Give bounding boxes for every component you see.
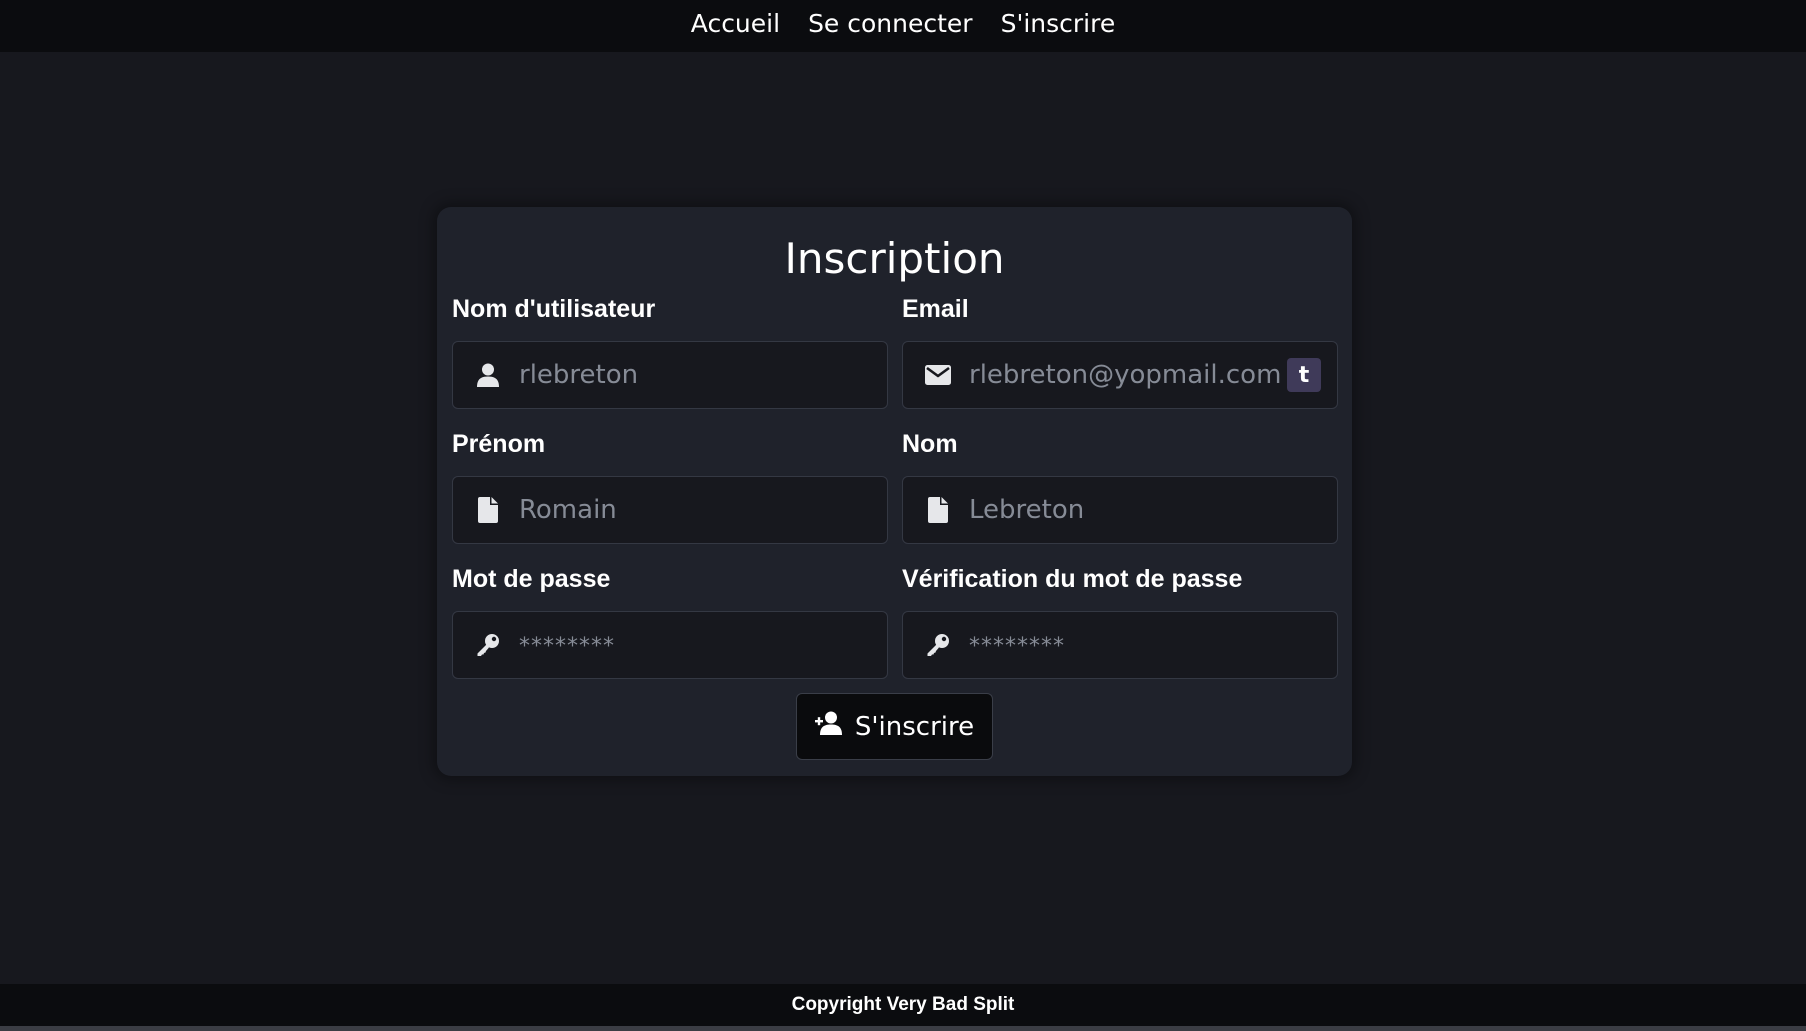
file-icon <box>903 477 969 543</box>
key-icon <box>903 612 969 678</box>
registration-card: Inscription Nom d'utilisateur Email t Pr… <box>437 207 1352 776</box>
page-title: Inscription <box>784 234 1005 283</box>
key-icon <box>453 612 519 678</box>
firstname-field <box>452 476 888 544</box>
copyright-text: Copyright Very Bad Split <box>791 994 1015 1015</box>
envelope-icon <box>903 342 969 408</box>
signup-submit-label: S'inscrire <box>854 711 975 742</box>
nav-link-se-connecter[interactable]: Se connecter <box>808 0 973 52</box>
signup-submit-button[interactable]: S'inscrire <box>796 693 993 760</box>
user-plus-icon <box>814 711 843 742</box>
footer-divider <box>0 1026 1806 1031</box>
email-field: t <box>902 341 1338 409</box>
email-input[interactable] <box>969 345 1287 405</box>
username-field <box>452 341 888 409</box>
username-label: Nom d'utilisateur <box>452 295 656 323</box>
nav-link-accueil[interactable]: Accueil <box>691 0 780 52</box>
email-label: Email <box>902 295 969 323</box>
footer: Copyright Very Bad Split <box>0 984 1806 1026</box>
lastname-field <box>902 476 1338 544</box>
top-navigation: Accueil Se connecter S'inscrire <box>0 0 1806 52</box>
password-confirm-field <box>902 611 1338 679</box>
user-icon <box>453 342 519 408</box>
password-field <box>452 611 888 679</box>
firstname-label: Prénom <box>452 430 546 458</box>
lastname-label: Nom <box>902 430 958 458</box>
nav-link-sinscrire[interactable]: S'inscrire <box>1001 0 1116 52</box>
username-input[interactable] <box>519 345 887 405</box>
lastname-input[interactable] <box>969 480 1337 540</box>
password-label: Mot de passe <box>452 565 611 593</box>
password-confirm-input[interactable] <box>969 615 1337 675</box>
file-icon <box>453 477 519 543</box>
firstname-input[interactable] <box>519 480 887 540</box>
autofill-badge[interactable]: t <box>1287 358 1321 392</box>
password-input[interactable] <box>519 615 887 675</box>
password-confirm-label: Vérification du mot de passe <box>902 565 1243 593</box>
